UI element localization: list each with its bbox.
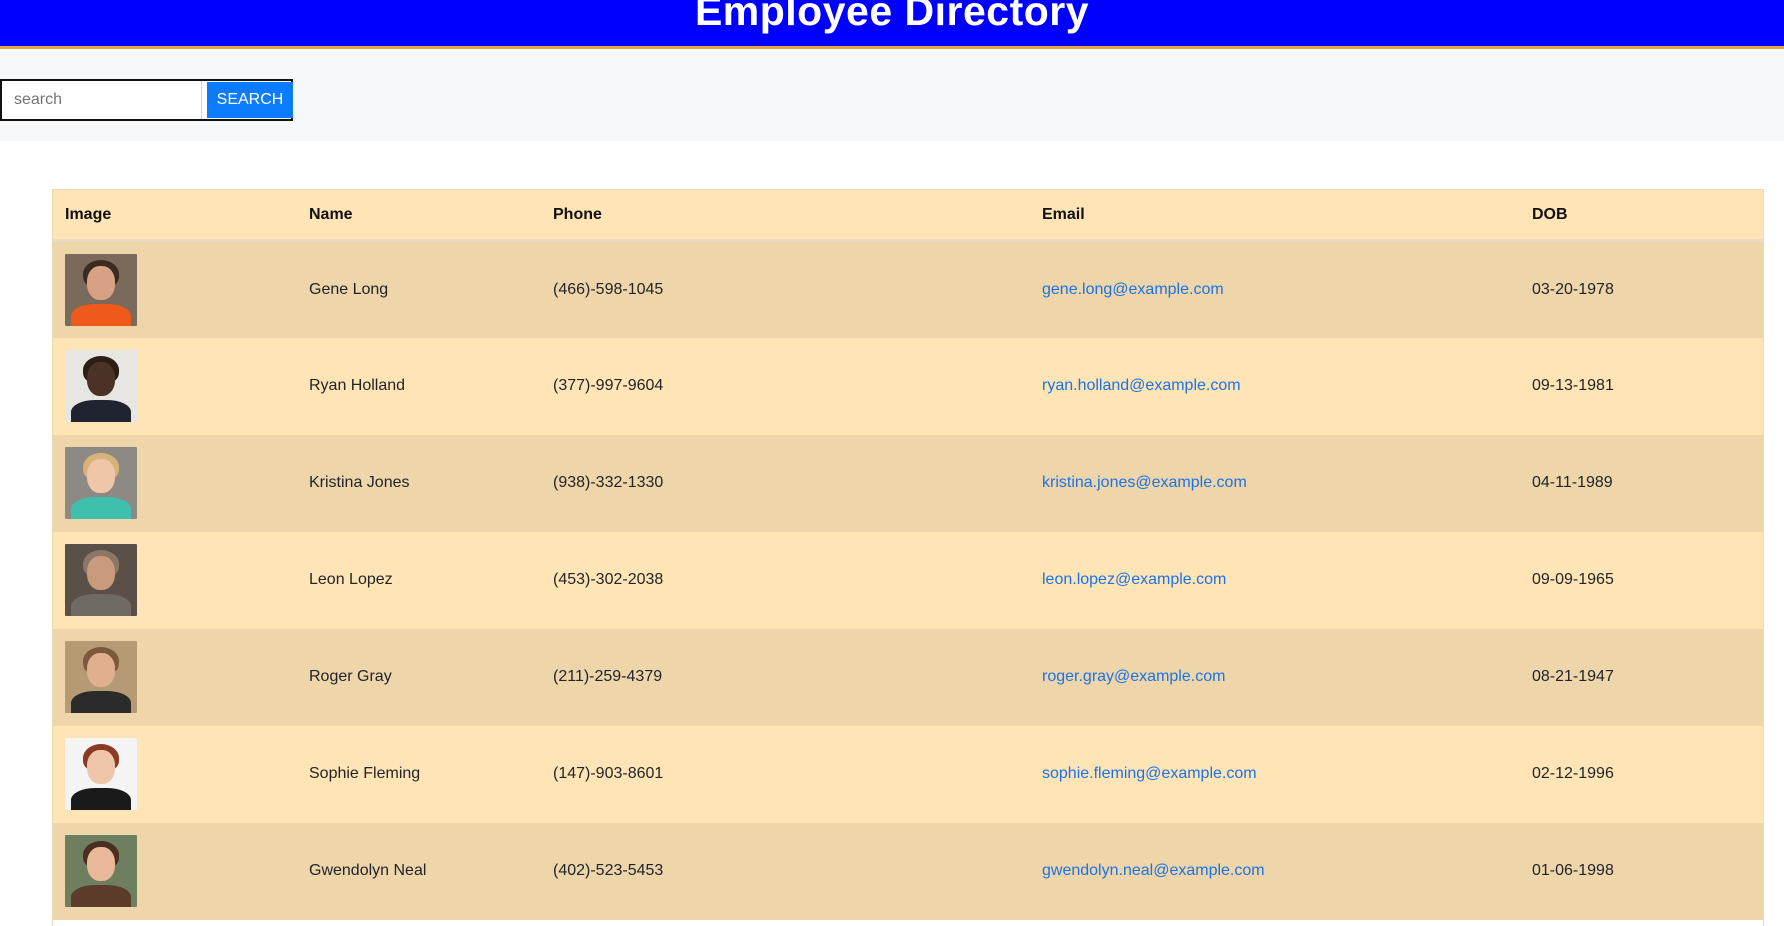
search-input[interactable] (2, 81, 202, 119)
column-header-dob[interactable]: DOB (1520, 190, 1763, 241)
dob-cell: 09-09-1965 (1532, 571, 1614, 588)
table-row: Gene Long (466)-598-1045 gene.long@example… (53, 240, 1763, 338)
image-cell (53, 532, 297, 629)
dob-cell: 09-13-1981 (1532, 377, 1614, 394)
table-row: Sophie Fleming (147)-903-8601 sophie.flemi… (53, 725, 1763, 823)
column-header-email[interactable]: Email (1030, 190, 1520, 241)
table-row: Leon Lopez (453)-302-2038 leon.lopez@examp… (53, 531, 1763, 629)
avatar (65, 544, 137, 616)
table-row: Ryan Holland (377)-997-9604 ryan.holland@e… (53, 337, 1763, 435)
phone-cell: (453)-302-2038 (553, 571, 664, 588)
search-bar: SEARCH (0, 52, 1784, 141)
email-cell[interactable]: sophie.fleming@example.com (1030, 726, 1520, 823)
avatar (65, 350, 137, 422)
email-cell[interactable]: kristina.jones@example.com (1030, 435, 1520, 532)
dob-cell: 04-11-1989 (1532, 474, 1613, 491)
avatar (65, 835, 137, 907)
dob-cell: 02-12-1996 (1532, 765, 1614, 782)
search-button[interactable]: SEARCH (207, 82, 293, 118)
image-cell (53, 726, 297, 823)
column-header-name[interactable]: Name (297, 190, 541, 241)
phone-cell: (211)-259-4379 (553, 668, 663, 685)
dob-cell: 01-06-1998 (1532, 862, 1614, 879)
dob-cell: 08-21-1947 (1532, 668, 1614, 685)
name-cell: Gene Long (309, 280, 389, 298)
email-cell[interactable]: leon.lopez@example.com (1030, 532, 1520, 629)
table-header-row: Image Name Phone Email DOB (53, 189, 1763, 241)
table-row: Roger Gray (211)-259-4379 roger.gray@examp… (53, 628, 1763, 726)
email-cell[interactable]: gwendolyn.neal@example.com (1030, 823, 1520, 920)
column-header-phone[interactable]: Phone (541, 190, 1030, 241)
search-form: SEARCH (0, 79, 293, 121)
phone-cell: (938)-332-1330 (553, 474, 664, 491)
avatar (65, 253, 137, 326)
page-title: Employee Directory (694, 0, 1090, 34)
employee-table-container: Image Name Phone Email DOB Gene Long (466… (52, 189, 1764, 926)
name-cell: Sophie Fleming (309, 765, 421, 782)
avatar (65, 738, 137, 810)
avatar (65, 447, 137, 519)
name-cell: Ryan Holland (309, 377, 406, 394)
image-cell (53, 823, 297, 920)
image-cell (53, 241, 297, 338)
name-cell: Leon Lopez (309, 571, 393, 588)
table-row: Kristina Jones (938)-332-1330 kristina.jon… (53, 434, 1763, 532)
name-cell: Gwendolyn Neal (309, 862, 427, 879)
table-row: Gwendolyn Neal (402)-523-5453 gwendolyn.ne… (53, 822, 1763, 920)
dob-cell: 03-20-1978 (1532, 280, 1614, 298)
image-cell (53, 435, 297, 532)
phone-cell: (466)-598-1045 (553, 280, 664, 298)
avatar (65, 641, 137, 713)
name-cell: Roger Gray (309, 668, 392, 685)
employee-table: Image Name Phone Email DOB Gene Long (466… (53, 189, 1763, 920)
phone-cell: (402)-523-5453 (553, 862, 664, 879)
app-header: Employee Directory (0, 0, 1784, 49)
column-header-image[interactable]: Image (53, 190, 297, 241)
table-body: Gene Long (466)-598-1045 gene.long@example… (53, 240, 1763, 920)
image-cell (53, 338, 297, 435)
image-cell (53, 629, 297, 726)
name-cell: Kristina Jones (309, 474, 410, 491)
email-cell[interactable]: ryan.holland@example.com (1030, 338, 1520, 435)
phone-cell: (147)-903-8601 (553, 765, 664, 782)
email-cell[interactable]: gene.long@example.com (1030, 241, 1520, 338)
phone-cell: (377)-997-9604 (553, 377, 664, 394)
email-cell[interactable]: roger.gray@example.com (1030, 629, 1520, 726)
